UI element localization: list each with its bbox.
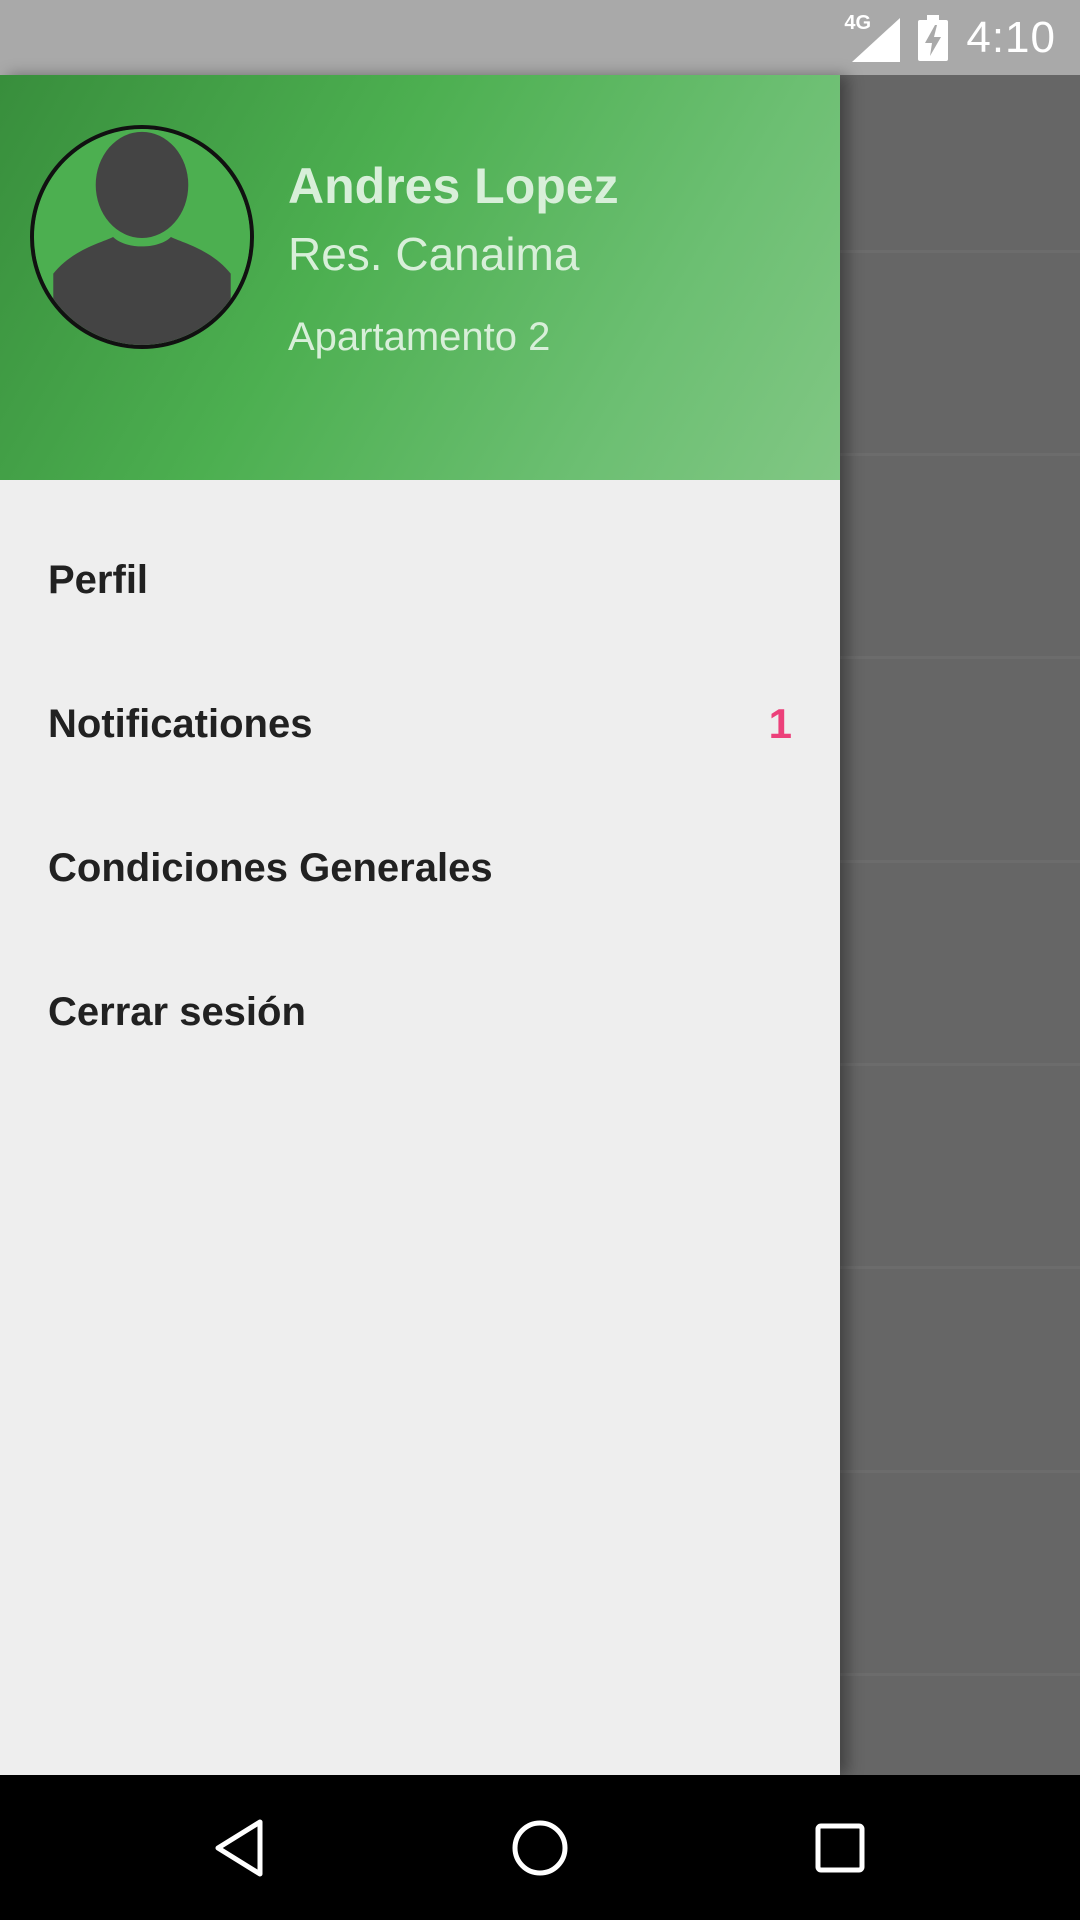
back-icon (215, 1819, 263, 1877)
status-icons: 4G 4:10 (844, 0, 1056, 75)
signal-icon (852, 17, 901, 62)
recents-button[interactable] (795, 1803, 885, 1893)
default-user-avatar-icon (34, 129, 250, 345)
battery-charging-icon (918, 14, 949, 61)
menu-item-perfil[interactable]: Perfil (0, 508, 840, 652)
back-button[interactable] (195, 1803, 285, 1893)
status-bar: 4G 4:10 (0, 0, 1080, 75)
list-divider (840, 656, 1080, 659)
menu-item-label: Condiciones Generales (48, 845, 493, 890)
navigation-drawer: Andres Lopez Res. Canaima Apartamento 2 … (0, 75, 840, 1775)
menu-item-condiciones-generales[interactable]: Condiciones Generales (0, 796, 840, 940)
user-name: Andres Lopez (288, 158, 619, 214)
menu-item-cerrar-sesion[interactable]: Cerrar sesión (0, 940, 840, 1084)
home-icon (512, 1820, 568, 1876)
menu-item-notificaciones[interactable]: Notificationes 1 (0, 652, 840, 796)
user-apartment: Apartamento 2 (288, 315, 551, 359)
list-divider (840, 1063, 1080, 1066)
list-divider (840, 860, 1080, 863)
list-divider (840, 250, 1080, 253)
home-button[interactable] (495, 1803, 585, 1893)
clock: 4:10 (966, 12, 1056, 62)
menu-item-label: Perfil (48, 557, 149, 602)
signal-indicator: 4G (844, 12, 901, 62)
list-divider (840, 1673, 1080, 1676)
drawer-menu: Perfil Notificationes 1 Condiciones Gene… (0, 508, 840, 1084)
menu-item-label: Cerrar sesión (48, 989, 306, 1034)
notification-count-badge: 1 (768, 700, 792, 747)
list-divider (840, 453, 1080, 456)
list-divider (840, 1266, 1080, 1269)
system-navigation-bar (0, 1775, 1080, 1920)
screen: 4G 4:10 Andres Lopez Res. Canaima Aparta… (0, 0, 1080, 1920)
recents-icon (815, 1823, 865, 1873)
list-divider (840, 1470, 1080, 1473)
drawer-header: Andres Lopez Res. Canaima Apartamento 2 (0, 75, 840, 480)
user-residence: Res. Canaima (288, 228, 580, 280)
menu-item-label: Notificationes (48, 701, 313, 746)
avatar[interactable] (30, 125, 254, 349)
